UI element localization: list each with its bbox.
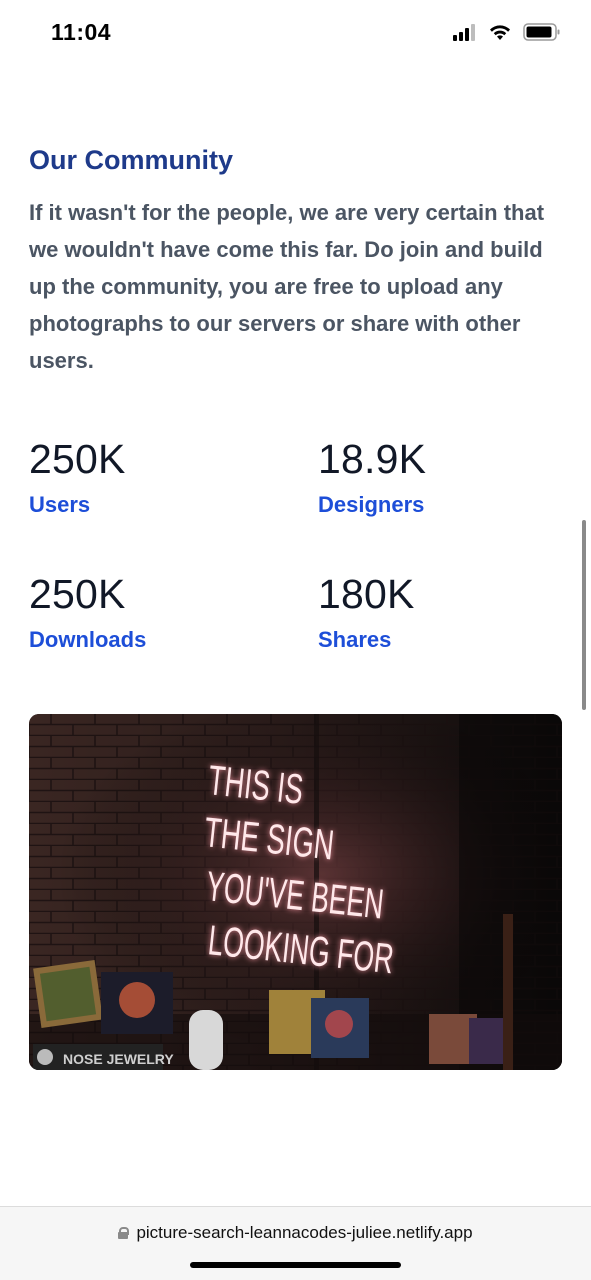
- lock-icon: [118, 1227, 130, 1239]
- wifi-icon: [489, 24, 511, 41]
- stat-users: 250K Users: [29, 428, 269, 520]
- stat-label: Downloads: [29, 627, 147, 652]
- status-icons: [453, 22, 561, 42]
- stats-grid: 250K Users 18.9K Designers 250K Download…: [29, 428, 562, 668]
- section-title: Our Community: [29, 145, 234, 175]
- browser-address-bar[interactable]: picture-search-leannacodes-juliee.netlif…: [0, 1206, 591, 1280]
- battery-icon: [523, 22, 561, 42]
- scrollbar[interactable]: [582, 520, 586, 710]
- stat-downloads: 250K Downloads: [29, 563, 269, 655]
- stat-value: 18.9K: [318, 436, 427, 482]
- stat-label: Designers: [318, 492, 425, 517]
- status-time: 11:04: [51, 19, 112, 45]
- stat-value: 250K: [29, 571, 126, 617]
- stat-label: Users: [29, 492, 91, 517]
- community-image: THIS IS THE SIGN YOU'VE BEEN LOOKING FOR…: [29, 714, 562, 1070]
- signal-icon: [453, 23, 477, 41]
- stat-designers: 18.9K Designers: [318, 428, 558, 520]
- community-section: Our Community If it wasn't for the peopl…: [29, 140, 562, 379]
- neon-line-1: THIS IS: [206, 756, 305, 813]
- sticker-text: NOSE JEWELRY: [63, 1051, 174, 1067]
- url-text: picture-search-leannacodes-juliee.netlif…: [136, 1223, 473, 1242]
- stat-value: 250K: [29, 436, 126, 482]
- stat-shares: 180K Shares: [318, 563, 558, 655]
- url-display[interactable]: picture-search-leannacodes-juliee.netlif…: [0, 1223, 591, 1243]
- stat-value: 180K: [318, 571, 415, 617]
- stat-label: Shares: [318, 627, 392, 652]
- status-bar: 11:04: [0, 0, 591, 62]
- section-description: If it wasn't for the people, we are very…: [29, 200, 545, 373]
- home-indicator[interactable]: [190, 1262, 401, 1268]
